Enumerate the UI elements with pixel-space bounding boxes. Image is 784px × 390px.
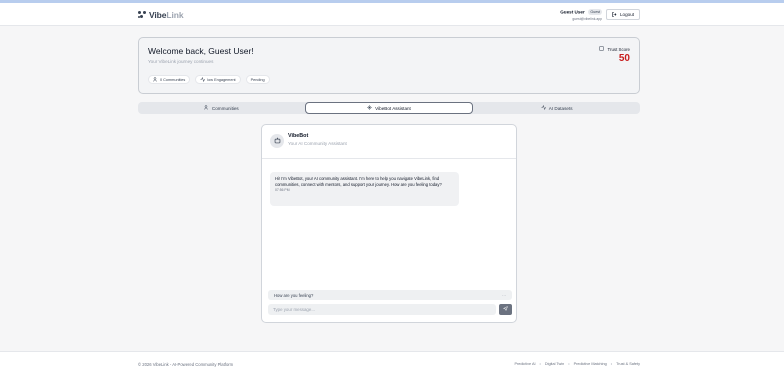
bot-role: Your AI Community Assistant (288, 141, 347, 146)
welcome-card: Welcome back, Guest User! Your VibeLink … (138, 37, 640, 94)
app-footer: © 2026 VibeLink - AI-Powered Community P… (0, 351, 784, 390)
welcome-title: Welcome back, Guest User! (148, 46, 254, 56)
send-icon (502, 305, 508, 313)
chip-label: low Engagement (207, 77, 236, 82)
bot-message: Hi! I'm VibeBot, your AI community assis… (270, 172, 459, 206)
bot-name: VibeBot (288, 133, 309, 139)
user-role-badge: Guest (588, 9, 602, 15)
brand-name-accent: Link (166, 10, 184, 20)
more-icon: ⋯ (501, 292, 506, 298)
main-tabs: Communities VibeBot Assistant AI Dataset… (138, 102, 640, 114)
chip-label: Pending (250, 77, 265, 82)
chat-panel: VibeBot Your AI Community Assistant Hi! … (261, 124, 517, 323)
separator-dot: • (568, 362, 570, 366)
chip-label: 0 Communities (160, 77, 186, 82)
logo-icon (138, 11, 146, 19)
send-button[interactable] (499, 304, 512, 315)
engagement-chip: low Engagement (195, 75, 241, 84)
stat-chips: 0 Communities low Engagement Pending (148, 75, 270, 84)
bot-avatar (270, 134, 284, 148)
separator-dot: • (539, 362, 541, 366)
activity-icon (541, 104, 546, 111)
welcome-subtitle: Your VibeLink journey continues (148, 59, 214, 64)
tab-ai-datasets[interactable]: AI Datasets (473, 102, 640, 114)
footer-link-predictive-matching[interactable]: Predictive Matching (574, 362, 607, 366)
user-info: Guest User Guest guest@vibelink.app (560, 9, 602, 22)
message-time: 07:56 PM (275, 188, 290, 193)
tab-vibebot-assistant[interactable]: VibeBot Assistant (304, 102, 474, 114)
people-icon (204, 105, 209, 111)
logout-label: Logout (619, 12, 635, 17)
logout-icon (612, 11, 617, 18)
message-composer (268, 304, 512, 315)
separator-dot: • (610, 362, 613, 366)
tab-communities[interactable]: Communities (138, 102, 305, 114)
brand-logo[interactable]: VibeLink (138, 10, 184, 20)
communities-chip: 0 Communities (148, 75, 191, 84)
footer-links: Predictive AI • Digital Twin • Predictiv… (514, 362, 640, 366)
copyright: © 2026 VibeLink - AI-Powered Community P… (138, 362, 234, 367)
suggestion-text: How are you feeling? (274, 292, 314, 298)
footer-link-digital-twin[interactable]: Digital Twin (545, 362, 564, 366)
robot-icon (274, 137, 281, 146)
app-header: VibeLink Guest User Guest guest@vibelink… (0, 3, 784, 26)
sparkle-icon (367, 105, 373, 111)
brand-name: VibeLink (149, 10, 184, 20)
activity-icon (200, 76, 206, 83)
brand-name-main: Vibe (149, 10, 167, 20)
status-chip: Pending (245, 75, 270, 84)
footer-link-trust-safety[interactable]: Trust & Safety (616, 362, 640, 366)
people-icon (153, 76, 158, 83)
chat-header: VibeBot Your AI Community Assistant (262, 125, 516, 159)
user-name: Guest User (560, 9, 585, 15)
message-text: Hi! I'm VibeBot, your AI community assis… (275, 176, 442, 187)
tab-label: Communities (211, 105, 239, 111)
footer-link-predictive-ai[interactable]: Predictive AI (514, 362, 535, 366)
message-input[interactable] (268, 304, 496, 315)
tab-label: AI Datasets (548, 105, 573, 111)
trust-score-label: Trust Score (607, 46, 630, 52)
suggestion-chip[interactable]: How are you feeling? ⋯ (268, 290, 512, 300)
user-email: guest@vibelink.app (572, 16, 602, 21)
tab-label: VibeBot Assistant (375, 105, 411, 111)
trust-score: Trust Score 50 (599, 46, 630, 64)
shield-icon (599, 46, 605, 52)
logout-button[interactable]: Logout (606, 9, 640, 20)
trust-score-value: 50 (618, 53, 630, 64)
